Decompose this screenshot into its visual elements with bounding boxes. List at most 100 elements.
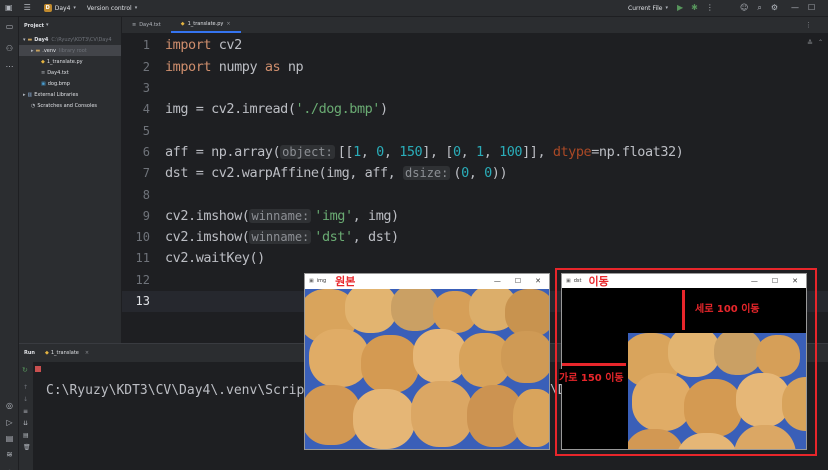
chevron-up-icon[interactable]: ⌃ bbox=[818, 39, 823, 46]
project-panel: Project ▾ ▾ ▬ Day4 C:\Ryuzy\KDT3\CV\Day4… bbox=[19, 17, 122, 343]
tree-item-label: .venv bbox=[42, 47, 57, 54]
search-icon[interactable]: ⌕ bbox=[757, 4, 761, 12]
horizontal-shift-label: 가로 150 이동 bbox=[559, 369, 624, 384]
tree-item-translate-py[interactable]: ◆ 1_translate.py bbox=[19, 56, 121, 67]
reader-mode-icon[interactable]: ≙ bbox=[807, 39, 813, 47]
minimize-icon[interactable]: — bbox=[751, 277, 758, 285]
img-window-controls: — ☐ ✕ bbox=[494, 274, 541, 288]
maximize-icon[interactable]: ☐ bbox=[772, 277, 778, 285]
maximize-icon[interactable]: ☐ bbox=[515, 277, 521, 285]
trash-icon[interactable]: 🗑 bbox=[23, 444, 31, 451]
tree-item-scratches[interactable]: ◔ Scratches and Consoles bbox=[19, 100, 121, 111]
code-text: cv2 bbox=[211, 37, 242, 53]
gear-icon[interactable]: ⚙ bbox=[771, 4, 778, 12]
more-icon[interactable]: ⋮ bbox=[706, 4, 714, 12]
line-number: 8 bbox=[142, 188, 150, 202]
ide-window: ▣ ☰ D Day4 ▾ Version control ▾ Current F… bbox=[0, 0, 828, 470]
chevron-down-icon: ▾ bbox=[23, 36, 26, 43]
rerun-icon[interactable]: ↻ bbox=[22, 366, 28, 374]
code-text: , bbox=[360, 144, 377, 160]
structure-icon[interactable]: ⚇ bbox=[4, 43, 15, 54]
project-name[interactable]: Day4 bbox=[55, 5, 71, 12]
folder-icon[interactable]: ▭ bbox=[4, 21, 15, 32]
python-packages-icon[interactable]: ◎ bbox=[4, 400, 15, 411]
run-tool-icon[interactable]: ▷ bbox=[4, 417, 15, 428]
code-text: ], [ bbox=[422, 144, 453, 160]
puppies-image bbox=[305, 289, 549, 449]
code-text: ]], bbox=[522, 144, 553, 160]
tree-item-venv[interactable]: ▸ ▬ .venv library root bbox=[19, 45, 121, 56]
folder-icon: ▬ bbox=[27, 36, 33, 43]
close-icon[interactable]: ✕ bbox=[535, 277, 541, 285]
code-text: img = cv2.imread( bbox=[165, 101, 296, 117]
line-number: 1 bbox=[142, 38, 150, 52]
tree-item-dog-bmp[interactable]: ▣ dog.bmp bbox=[19, 78, 121, 89]
editor-tabs: ≡ Day4.txt ◆ 1_translate.py × ⋮ bbox=[122, 17, 828, 34]
run-config-selector[interactable]: Current File bbox=[628, 5, 662, 12]
tree-item-label: Scratches and Consoles bbox=[37, 102, 98, 109]
dst-window[interactable]: ▣ dst 이동 — ☐ ✕ 세로 100 이동 가로 150 이동 bbox=[559, 273, 807, 450]
translated-puppies-image bbox=[628, 333, 806, 449]
code-line-4: img = cv2.imread('./dog.bmp') bbox=[165, 101, 388, 117]
run-config-tab[interactable]: 1_translate bbox=[51, 350, 79, 356]
run-icon[interactable]: ▶ bbox=[677, 4, 683, 12]
tab-translate-py[interactable]: ◆ 1_translate.py × bbox=[170, 16, 241, 33]
code-line-2: import numpy as np bbox=[165, 59, 304, 75]
arrow-down-icon[interactable]: ↓ bbox=[23, 396, 28, 403]
chevron-down-icon: ▾ bbox=[134, 4, 138, 11]
parameter-hint: winname: bbox=[249, 209, 312, 223]
code-line-10: cv2.imshow(winname:'dst', dst) bbox=[165, 229, 399, 245]
app-menu-icon[interactable]: ▣ bbox=[5, 4, 13, 12]
line-number: 12 bbox=[135, 273, 150, 287]
window-icon: ▣ bbox=[309, 278, 314, 284]
close-icon[interactable]: ✕ bbox=[792, 277, 798, 285]
line-gutter: 1 2 3 4 5 6 7 8 9 10 11 12 13 bbox=[122, 34, 156, 343]
keyword: import bbox=[165, 59, 212, 75]
print-icon[interactable]: ▤ bbox=[23, 432, 29, 439]
tree-item-external-libraries[interactable]: ▸ ▥ External Libraries bbox=[19, 89, 121, 100]
layers-icon[interactable]: ≋ bbox=[4, 449, 15, 460]
hamburger-menu-icon[interactable]: ☰ bbox=[24, 4, 31, 12]
folder-icon: ▬ bbox=[35, 47, 41, 54]
vcs-menu[interactable]: Version control bbox=[87, 5, 132, 12]
string-literal: 'dst' bbox=[314, 229, 353, 245]
tree-item-day4[interactable]: ▾ ▬ Day4 C:\Ryuzy\KDT3\CV\Day4 bbox=[19, 34, 121, 45]
account-icon[interactable]: ☺ bbox=[740, 4, 748, 12]
text-file-icon: ≡ bbox=[132, 21, 137, 28]
tabs-more-icon[interactable]: ⋮ bbox=[805, 21, 812, 29]
code-text: ) bbox=[380, 101, 388, 117]
tree-item-hint: library root bbox=[59, 47, 87, 54]
debug-icon[interactable]: ✱ bbox=[691, 4, 698, 12]
tree-item-label: 1_translate.py bbox=[46, 58, 83, 65]
tree-item-label: Day4.txt bbox=[47, 69, 69, 76]
minimize-icon[interactable]: — bbox=[791, 4, 799, 12]
number-literal: 0 bbox=[484, 165, 492, 181]
keyword-argument: dtype bbox=[552, 144, 592, 160]
tree-item-label: dog.bmp bbox=[47, 80, 70, 87]
soft-wrap-icon[interactable]: ≡ bbox=[23, 408, 28, 415]
close-icon[interactable]: × bbox=[85, 350, 89, 356]
dst-annotation: 이동 bbox=[588, 275, 609, 288]
more-tools-icon[interactable]: ⋯ bbox=[4, 61, 15, 72]
maximize-icon[interactable]: ☐ bbox=[808, 4, 815, 12]
minimize-icon[interactable]: — bbox=[494, 277, 501, 285]
code-text: , dst) bbox=[352, 229, 400, 245]
tab-label: 1_translate.py bbox=[187, 20, 224, 27]
code-text: cv2.imshow( bbox=[165, 208, 250, 224]
code-text: numpy bbox=[211, 59, 265, 75]
arrow-up-icon[interactable]: ↑ bbox=[23, 384, 28, 391]
string-literal: './dog.bmp' bbox=[295, 101, 381, 117]
code-line-11: cv2.waitKey() bbox=[165, 250, 265, 266]
stop-icon[interactable] bbox=[35, 366, 41, 372]
close-icon[interactable]: × bbox=[226, 21, 230, 27]
img-window-title: img bbox=[316, 278, 327, 284]
terminal-icon[interactable]: ▤ bbox=[4, 433, 15, 444]
tree-item-day4-txt[interactable]: ≡ Day4.txt bbox=[19, 67, 121, 78]
img-window[interactable]: ▣ img 원본 — ☐ ✕ bbox=[304, 273, 550, 450]
tab-day4-txt[interactable]: ≡ Day4.txt bbox=[122, 16, 171, 33]
number-literal: 0 bbox=[452, 144, 461, 160]
line-number: 13 bbox=[135, 294, 150, 308]
img-annotation: 원본 bbox=[335, 275, 356, 288]
line-number: 9 bbox=[142, 209, 150, 223]
scroll-to-end-icon[interactable]: ⇊ bbox=[23, 420, 28, 427]
